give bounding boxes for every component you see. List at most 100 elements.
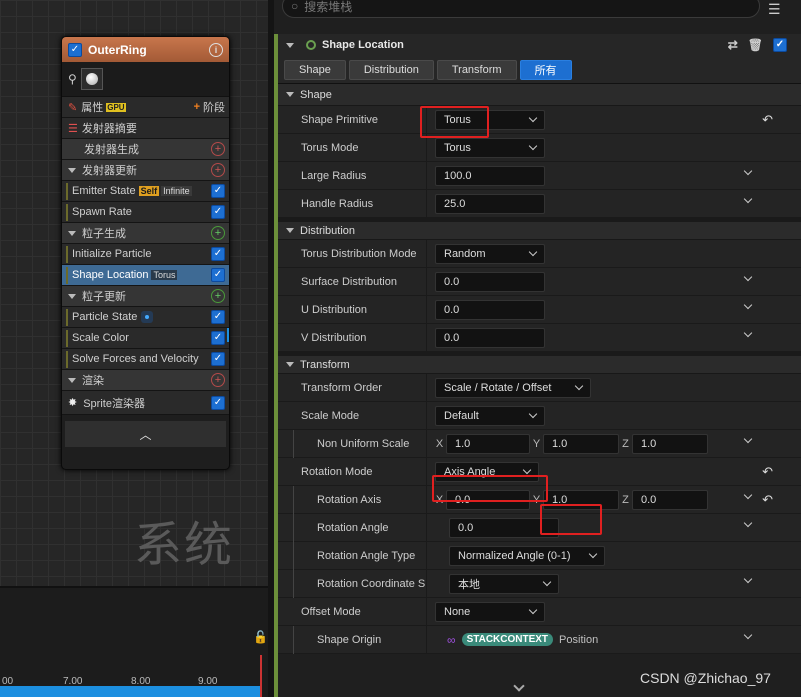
properties-row[interactable]: ✎ 属性 GPU + 阶段 xyxy=(62,97,229,118)
distribution-mode-dropdown[interactable]: Random xyxy=(435,243,545,264)
module-label: Spawn Rate xyxy=(72,206,132,218)
lock-icon[interactable]: 🔓 xyxy=(253,630,268,644)
large-radius-row: Large Radius 100.0 xyxy=(278,161,801,190)
stage-button[interactable]: 阶段 xyxy=(203,99,225,115)
stackcontext-tag[interactable]: STACKCONTEXT xyxy=(461,633,554,646)
emitter-thumbnail-row: ⚲ xyxy=(62,62,229,97)
gpu-badge: GPU xyxy=(106,102,126,112)
tab-shape[interactable]: Shape xyxy=(284,59,346,80)
collapse-icon[interactable] xyxy=(68,377,76,383)
shape-origin-value: Position xyxy=(559,633,599,646)
emitter-update-section[interactable]: 发射器更新 + xyxy=(62,160,229,181)
scale-mode-dropdown[interactable]: Default xyxy=(435,405,545,426)
module-enable-checkbox[interactable]: ✓ xyxy=(773,38,787,52)
module-spawn-rate[interactable]: Spawn Rate ✓ xyxy=(62,202,229,223)
module-enable-checkbox[interactable]: ✓ xyxy=(211,247,225,261)
rotation-coordinate-dropdown[interactable]: 本地 xyxy=(449,573,559,594)
infinite-badge: Infinite xyxy=(161,186,192,196)
emitter-node[interactable]: ✓ OuterRing i ⚲ ✎ 属性 GPU + 阶段 ☰ 发射器摘要 发射… xyxy=(61,36,230,470)
chevron-down-icon xyxy=(528,141,538,151)
timeline-range-bar[interactable] xyxy=(0,686,262,697)
emitter-header[interactable]: ✓ OuterRing i xyxy=(62,37,229,62)
reset-icon[interactable]: ↶ xyxy=(762,112,773,128)
add-module-button[interactable]: + xyxy=(211,226,225,240)
module-enable-checkbox[interactable]: ✓ xyxy=(211,268,225,282)
search-input[interactable]: ○ 搜索堆栈 xyxy=(282,0,760,18)
v-distribution-input[interactable]: 0.0 xyxy=(435,327,545,348)
add-module-button[interactable]: + xyxy=(211,373,225,387)
module-initialize-particle[interactable]: Initialize Particle ✓ xyxy=(62,244,229,265)
surface-distribution-input[interactable]: 0.0 xyxy=(435,271,545,292)
axis-z-input[interactable]: 0.0 xyxy=(632,489,708,510)
category-shape[interactable]: Shape xyxy=(278,84,801,106)
pencil-icon: ✎ xyxy=(68,101,78,114)
particle-update-section[interactable]: 粒子更新 + xyxy=(62,286,229,307)
tab-distribution[interactable]: Distribution xyxy=(348,59,434,80)
filter-menu-icon[interactable]: ☰ xyxy=(768,1,781,18)
chevron-down-icon xyxy=(528,605,538,615)
emitter-thumbnail[interactable] xyxy=(80,68,103,90)
emitter-enable-checkbox[interactable]: ✓ xyxy=(68,42,82,57)
property-label: Offset Mode xyxy=(278,597,427,626)
emitter-spawn-section[interactable]: 发射器生成 + xyxy=(62,139,229,160)
module-label: Particle State xyxy=(72,311,138,323)
torus-distribution-mode-row: Torus Distribution Mode Random xyxy=(278,239,801,268)
reset-icon[interactable]: ↶ xyxy=(762,464,773,480)
trash-icon[interactable]: 🗑 xyxy=(748,38,763,52)
offset-mode-dropdown[interactable]: None xyxy=(435,601,545,622)
chevron-up-icon: ︿ xyxy=(139,427,152,442)
collapse-node-button[interactable]: ︿ xyxy=(65,421,226,447)
pin-icon[interactable]: ⚲ xyxy=(68,72,77,86)
add-module-button[interactable]: + xyxy=(211,142,225,156)
property-label: Rotation Angle xyxy=(278,513,427,542)
collapse-icon[interactable] xyxy=(68,167,76,173)
category-distribution[interactable]: Distribution xyxy=(278,218,801,240)
tab-transform[interactable]: Transform xyxy=(436,59,517,80)
module-enable-checkbox[interactable]: ✓ xyxy=(211,205,225,219)
scale-x-input[interactable]: 1.0 xyxy=(446,433,530,454)
add-module-button[interactable]: + xyxy=(211,163,225,177)
module-sprite-renderer[interactable]: ✸ Sprite渲染器 ✓ xyxy=(62,391,229,415)
handle-radius-input[interactable]: 25.0 xyxy=(435,193,545,214)
module-enable-checkbox[interactable]: ✓ xyxy=(211,331,225,345)
non-uniform-scale-row: Non Uniform Scale X 1.0 Y 1.0 Z 1.0 xyxy=(278,429,801,458)
torus-mode-dropdown[interactable]: Torus xyxy=(435,137,545,158)
u-distribution-input[interactable]: 0.0 xyxy=(435,299,545,320)
render-section[interactable]: 渲染 + xyxy=(62,370,229,391)
module-scale-color[interactable]: Scale Color ✓ xyxy=(62,328,229,349)
playhead[interactable] xyxy=(260,655,262,697)
add-module-button[interactable]: + xyxy=(211,289,225,303)
axis-z-label: Z xyxy=(622,493,629,506)
dropdown-value: Scale / Rotate / Offset xyxy=(444,381,552,394)
module-enable-checkbox[interactable]: ✓ xyxy=(211,352,225,366)
module-emitter-state[interactable]: Emitter State Self Infinite ✓ xyxy=(62,181,229,202)
chevron-down-icon xyxy=(574,381,584,391)
module-header[interactable]: Shape Location ⇄ 🗑 ✓ xyxy=(278,34,801,56)
module-solve-forces[interactable]: Solve Forces and Velocity ✓ xyxy=(62,349,229,370)
module-details: Shape Location ⇄ 🗑 ✓ Shape Distribution … xyxy=(278,34,801,654)
scale-y-input[interactable]: 1.0 xyxy=(543,433,619,454)
collapse-icon[interactable] xyxy=(286,228,294,233)
scale-z-input[interactable]: 1.0 xyxy=(632,433,708,454)
rotation-angle-type-dropdown[interactable]: Normalized Angle (0-1) xyxy=(449,545,605,566)
module-enable-checkbox[interactable]: ✓ xyxy=(211,310,225,324)
tab-all[interactable]: 所有 xyxy=(519,59,572,80)
shuffle-icon[interactable]: ⇄ xyxy=(728,38,738,52)
collapse-icon[interactable] xyxy=(286,42,294,48)
info-icon[interactable]: i xyxy=(209,42,223,57)
module-enable-checkbox[interactable]: ✓ xyxy=(211,395,225,410)
particle-spawn-section[interactable]: 粒子生成 + xyxy=(62,223,229,244)
collapse-icon[interactable] xyxy=(68,293,76,299)
transform-order-dropdown[interactable]: Scale / Rotate / Offset xyxy=(435,377,591,398)
category-transform[interactable]: Transform xyxy=(278,352,801,374)
chevron-down-icon xyxy=(528,409,538,419)
module-enable-checkbox[interactable]: ✓ xyxy=(211,184,225,198)
reset-icon[interactable]: ↶ xyxy=(762,492,773,508)
module-shape-location[interactable]: Shape Location Torus ✓ xyxy=(62,265,229,286)
emitter-summary-row[interactable]: ☰ 发射器摘要 xyxy=(62,118,229,139)
collapse-icon[interactable] xyxy=(68,230,76,236)
collapse-icon[interactable] xyxy=(286,92,294,97)
collapse-icon[interactable] xyxy=(286,362,294,367)
module-particle-state[interactable]: Particle State ✓ xyxy=(62,307,229,328)
large-radius-input[interactable]: 100.0 xyxy=(435,165,545,186)
